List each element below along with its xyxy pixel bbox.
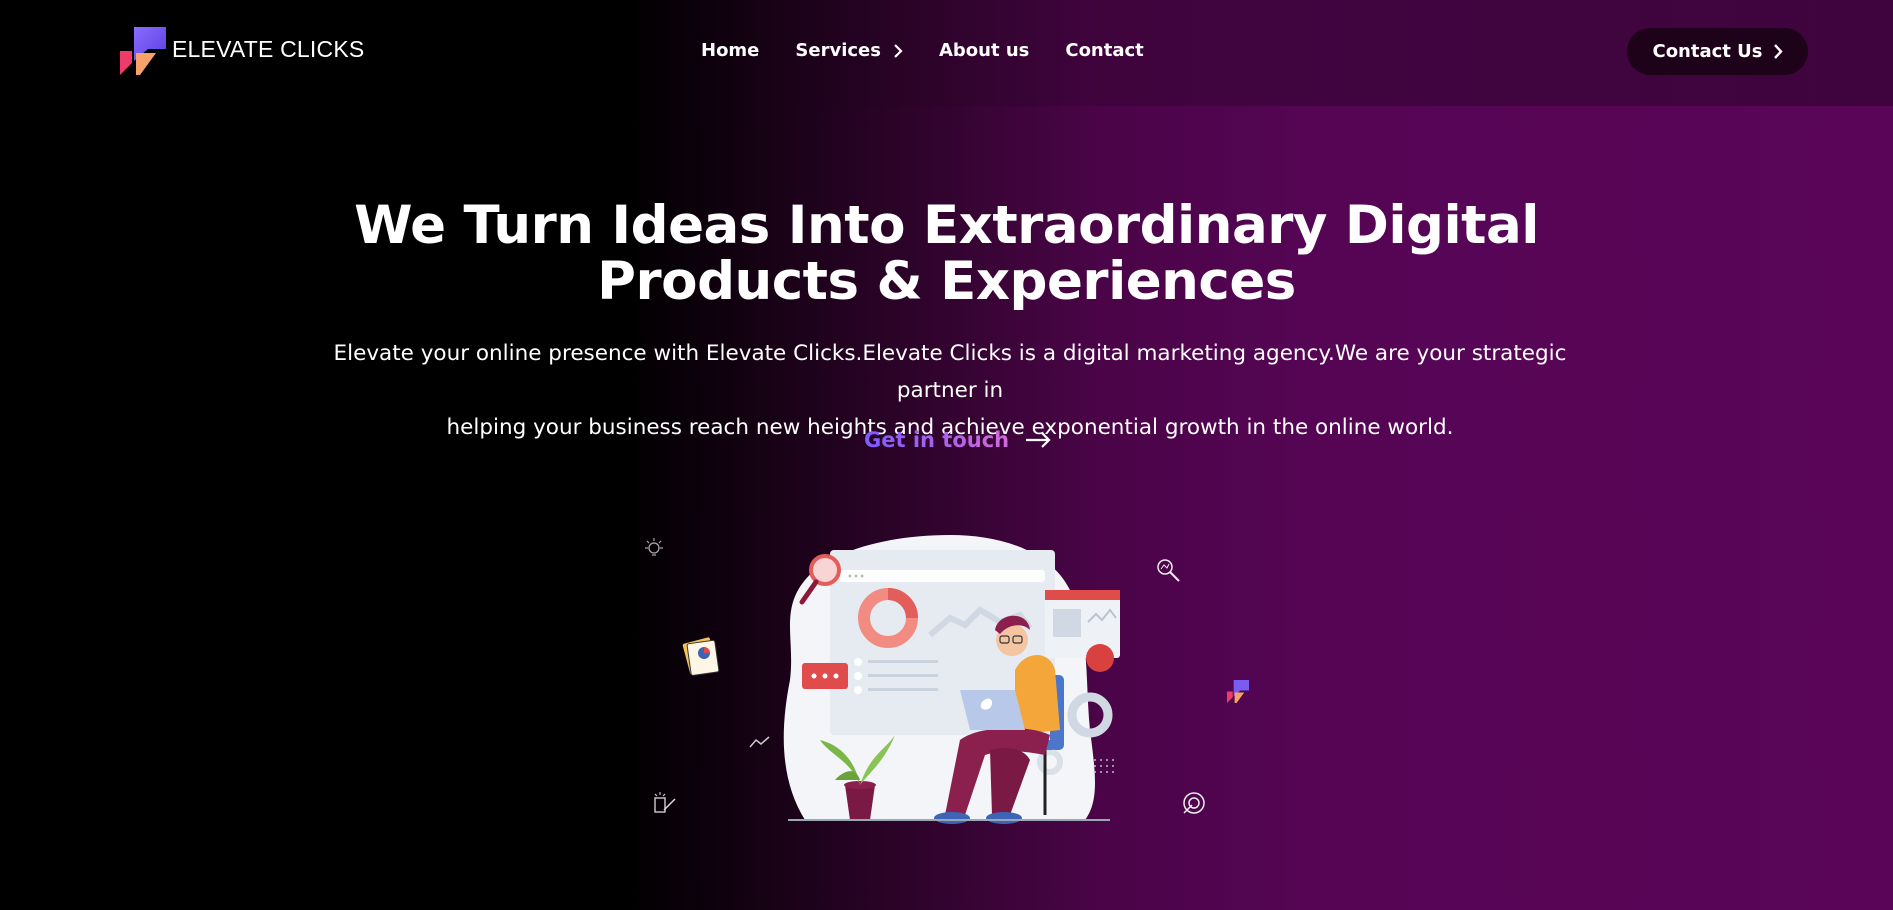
small-logo-icon	[1226, 680, 1250, 704]
hero-title: We Turn Ideas Into Extraordinary Digital…	[0, 198, 1893, 310]
nav-contact-label: Contact	[1065, 40, 1144, 61]
laptop-graphic	[960, 690, 1025, 730]
chevron-right-icon	[1773, 44, 1783, 59]
report-icon	[682, 637, 720, 676]
nav-services-label: Services	[795, 40, 881, 61]
site-header: ELEVATE CLICKS Home Services About us Co…	[0, 0, 1893, 106]
nav-home-label: Home	[701, 40, 760, 61]
target-icon	[1183, 792, 1205, 814]
pencil-idea-icon	[654, 792, 676, 813]
contact-us-label: Contact Us	[1652, 41, 1763, 62]
bulb-icon	[645, 538, 663, 556]
hero-title-line2: Products & Experiences	[597, 251, 1296, 312]
nav-about-label: About us	[938, 40, 1030, 61]
main-nav: Home Services About us Contact	[701, 40, 1144, 61]
hero-illustration	[783, 535, 1120, 824]
nav-contact[interactable]: Contact	[1065, 40, 1143, 61]
brand-name: ELEVATE CLICKS	[172, 36, 365, 62]
plant-pot	[845, 785, 875, 820]
hero-title-line1: We Turn Ideas Into Extraordinary Digital	[354, 195, 1539, 256]
get-in-touch-link[interactable]: Get in touch	[864, 428, 1051, 452]
search-analytics-icon	[1157, 559, 1180, 582]
get-in-touch-label: Get in touch	[864, 428, 1010, 452]
brand-logo[interactable]: ELEVATE CLICKS	[118, 27, 364, 77]
hero-subtitle-line1: Elevate your online presence with Elevat…	[333, 341, 1567, 403]
nav-home[interactable]: Home	[701, 40, 759, 61]
contact-us-button[interactable]: Contact Us	[1627, 28, 1808, 75]
logo-icon	[120, 27, 166, 75]
chevron-right-icon	[894, 43, 903, 58]
nav-about[interactable]: About us	[939, 40, 1029, 61]
trend-line-icon	[749, 736, 770, 748]
arrow-right-icon	[1026, 432, 1051, 448]
nav-services[interactable]: Services	[795, 40, 903, 61]
